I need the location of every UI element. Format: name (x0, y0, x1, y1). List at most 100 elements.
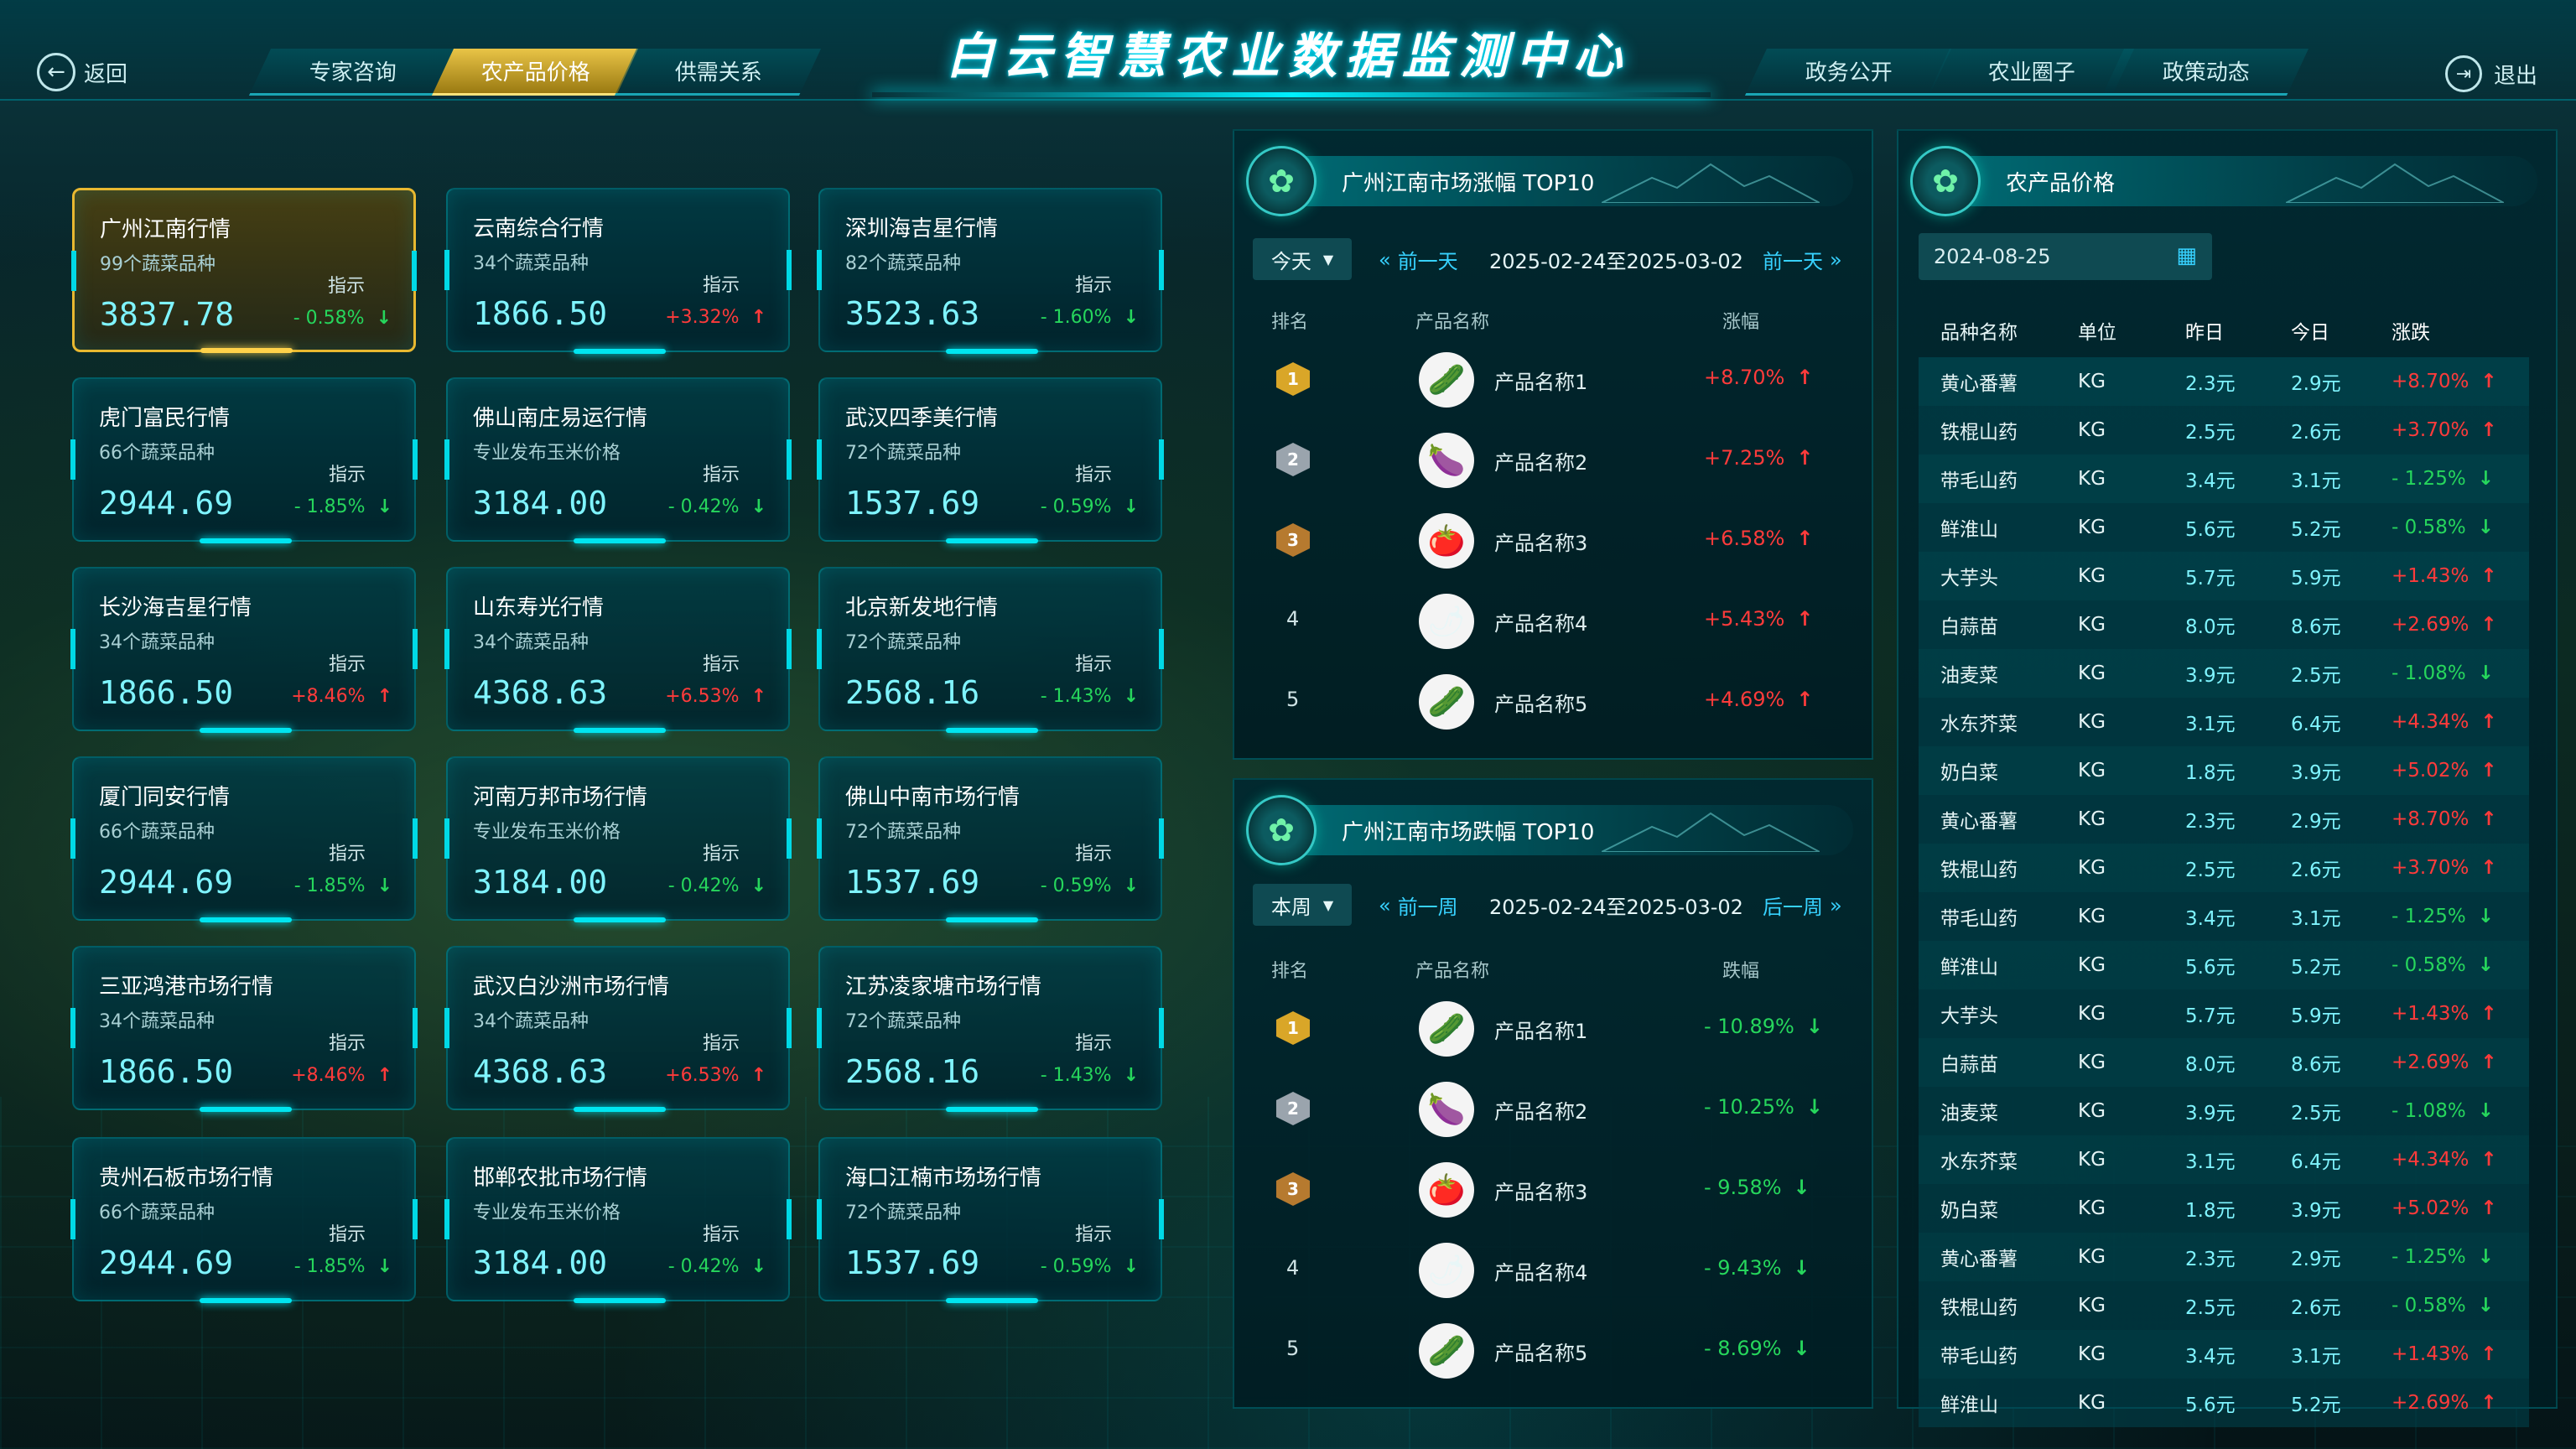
rise-top10-panel: ✿ 广州江南市场涨幅 TOP10 今天 ▼ « 前一天 2025-02-24至2… (1233, 129, 1873, 760)
list-item[interactable]: 2 🍆 产品名称2 +7.25% ↑ (1234, 421, 1872, 501)
tab-expert-consult[interactable]: 专家咨询 (248, 49, 456, 96)
market-card[interactable]: 厦门同安行情 66个蔬菜品种 指示 2944.69 - 1.85% ↓ (70, 756, 418, 922)
yesterday-price: 5.6元 (2185, 957, 2236, 979)
market-card[interactable]: 云南综合行情 34个蔬菜品种 指示 1866.50 +3.32% ↑ (444, 188, 792, 354)
leaf-icon: ✿ (1246, 795, 1317, 865)
table-row[interactable]: 铁棍山药 KG 2.5元 2.6元 +3.70% ↑ (1919, 844, 2529, 892)
market-card[interactable]: 海口江楠市场场行情 72个蔬菜品种 指示 1537.69 - 0.59% ↓ (817, 1137, 1164, 1303)
chili-icon: 🌶 (1419, 1243, 1474, 1298)
table-row[interactable]: 黄心番薯 KG 2.3元 2.9元 +8.70% ↑ (1919, 795, 2529, 844)
market-card[interactable]: 北京新发地行情 72个蔬菜品种 指示 2568.16 - 1.43% ↓ (817, 567, 1164, 733)
list-item[interactable]: 4 🌶 产品名称4 +5.43% ↑ (1234, 582, 1872, 662)
unit: KG (2078, 517, 2106, 538)
arrow-down-icon: ↓ (2477, 1100, 2494, 1122)
product-name: 大芋头 (1940, 568, 1998, 589)
product-name: 油麦菜 (1940, 665, 1998, 687)
market-card[interactable]: 江苏凌家塘市场行情 72个蔬菜品种 指示 2568.16 - 1.43% ↓ (817, 946, 1164, 1112)
tab-policy-news[interactable]: 政策动态 (2101, 49, 2309, 96)
chili-icon: 🌶 (1419, 594, 1474, 649)
table-row[interactable]: 奶白菜 KG 1.8元 3.9元 +5.02% ↑ (1919, 746, 2529, 795)
market-card[interactable]: 虎门富民行情 66个蔬菜品种 指示 2944.69 - 1.85% ↓ (70, 377, 418, 543)
market-card[interactable]: 佛山南庄易运行情 专业发布玉米价格 指示 3184.00 - 0.42% ↓ (444, 377, 792, 543)
period-select[interactable]: 今天 ▼ (1253, 238, 1352, 280)
card-edge-decoration (71, 251, 76, 291)
prev-week-link[interactable]: « 前一周 (1379, 891, 1458, 920)
market-card[interactable]: 贵州石板市场行情 66个蔬菜品种 指示 2944.69 - 1.85% ↓ (70, 1137, 418, 1303)
table-row[interactable]: 大芋头 KG 5.7元 5.9元 +1.43% ↑ (1919, 989, 2529, 1038)
arrow-up-icon: ↑ (2480, 1197, 2497, 1219)
back-button[interactable]: ← 返回 (37, 49, 127, 96)
price-change: - 1.08% ↓ (2392, 662, 2494, 684)
list-item[interactable]: 2 🍆 产品名称2 - 10.25% ↓ (1234, 1070, 1872, 1150)
table-row[interactable]: 油麦菜 KG 3.9元 2.5元 - 1.08% ↓ (1919, 649, 2529, 698)
rank-number: 5 (1286, 1337, 1300, 1360)
period-select[interactable]: 本周 ▼ (1253, 884, 1352, 926)
table-row[interactable]: 鲜淮山 KG 5.6元 5.2元 - 0.58% ↓ (1919, 941, 2529, 989)
arrow-up-icon: ↑ (2480, 808, 2497, 830)
market-card[interactable]: 广州江南行情 99个蔬菜品种 指示 3837.78 - 0.58% ↓ (71, 188, 417, 353)
table-row[interactable]: 鲜淮山 KG 5.6元 5.2元 - 0.58% ↓ (1919, 503, 2529, 552)
table-row[interactable]: 带毛山药 KG 3.4元 3.1元 - 1.25% ↓ (1919, 454, 2529, 503)
card-edge-decoration (817, 818, 822, 859)
table-row[interactable]: 鲜淮山 KG 5.6元 5.2元 +2.69% ↑ (1919, 1379, 2529, 1427)
price-change: - 1.08% ↓ (2392, 1100, 2494, 1122)
date-picker[interactable]: 2024-08-25 ▦ (1919, 233, 2212, 280)
market-card[interactable]: 河南万邦市场行情 专业发布玉米价格 指示 3184.00 - 0.42% ↓ (444, 756, 792, 922)
table-row[interactable]: 油麦菜 KG 3.9元 2.5元 - 1.08% ↓ (1919, 1087, 2529, 1135)
market-card[interactable]: 武汉四季美行情 72个蔬菜品种 指示 1537.69 - 0.59% ↓ (817, 377, 1164, 543)
list-item[interactable]: 3 🍅 产品名称3 - 9.58% ↓ (1234, 1150, 1872, 1231)
market-change: +6.53% ↑ (665, 1065, 766, 1086)
market-card[interactable]: 三亚鸿港市场行情 34个蔬菜品种 指示 1866.50 +8.46% ↑ (70, 946, 418, 1112)
col-product: 产品名称 (1415, 961, 1490, 982)
today-price: 3.9元 (2291, 762, 2341, 784)
market-card[interactable]: 邯郸农批市场行情 专业发布玉米价格 指示 3184.00 - 0.42% ↓ (444, 1137, 792, 1303)
rank-medal-icon: 3 (1276, 520, 1310, 560)
market-card[interactable]: 长沙海吉星行情 34个蔬菜品种 指示 1866.50 +8.46% ↑ (70, 567, 418, 733)
market-card[interactable]: 武汉白沙洲市场行情 34个蔬菜品种 指示 4368.63 +6.53% ↑ (444, 946, 792, 1112)
tab-gov-affairs[interactable]: 政务公开 (1744, 49, 1952, 96)
list-item[interactable]: 4 🌶 产品名称4 - 9.43% ↓ (1234, 1231, 1872, 1311)
rank-number: 4 (1286, 607, 1300, 631)
card-edge-decoration (413, 1199, 418, 1239)
market-card[interactable]: 佛山中南市场行情 72个蔬菜品种 指示 1537.69 - 0.59% ↓ (817, 756, 1164, 922)
list-item[interactable]: 1 🥒 产品名称1 +8.70% ↑ (1234, 340, 1872, 421)
exit-button[interactable]: ⇥ 退出 (2445, 55, 2537, 92)
tab-product-price[interactable]: 农产品价格 (431, 49, 639, 96)
table-row[interactable]: 铁棍山药 KG 2.5元 2.6元 - 0.58% ↓ (1919, 1281, 2529, 1330)
panel-title: 农产品价格 (2006, 171, 2116, 196)
list-item[interactable]: 3 🍅 产品名称3 +6.58% ↑ (1234, 501, 1872, 582)
arrow-down-icon: ↓ (377, 1256, 392, 1277)
table-row[interactable]: 带毛山药 KG 3.4元 3.1元 +1.43% ↑ (1919, 1330, 2529, 1379)
table-row[interactable]: 带毛山药 KG 3.4元 3.1元 - 1.25% ↓ (1919, 892, 2529, 941)
arrow-up-icon: ↑ (377, 1065, 392, 1086)
price-change: +1.43% ↑ (2392, 565, 2497, 587)
market-card[interactable]: 山东寿光行情 34个蔬菜品种 指示 4368.63 +6.53% ↑ (444, 567, 792, 733)
tab-supply-demand[interactable]: 供需关系 (614, 49, 822, 96)
next-day-link[interactable]: 前一天 » (1763, 245, 1842, 274)
list-item[interactable]: 1 🥒 产品名称1 - 10.89% ↓ (1234, 989, 1872, 1070)
next-week-link[interactable]: 后一周 » (1763, 891, 1842, 920)
table-row[interactable]: 黄心番薯 KG 2.3元 2.9元 +8.70% ↑ (1919, 357, 2529, 406)
market-change: - 0.59% ↓ (1040, 1256, 1139, 1277)
table-row[interactable]: 铁棍山药 KG 2.5元 2.6元 +3.70% ↑ (1919, 406, 2529, 454)
table-row[interactable]: 大芋头 KG 5.7元 5.9元 +1.43% ↑ (1919, 552, 2529, 600)
product-name: 带毛山药 (1940, 470, 2018, 492)
table-row[interactable]: 白蒜苗 KG 8.0元 8.6元 +2.69% ↑ (1919, 600, 2529, 649)
table-row[interactable]: 奶白菜 KG 1.8元 3.9元 +5.02% ↑ (1919, 1184, 2529, 1233)
market-change: +3.32% ↑ (665, 307, 766, 328)
table-row[interactable]: 水东芥菜 KG 3.1元 6.4元 +4.34% ↑ (1919, 1135, 2529, 1184)
tab-agri-circle[interactable]: 农业圈子 (1927, 49, 2135, 96)
list-item[interactable]: 5 🥒 产品名称5 +4.69% ↑ (1234, 662, 1872, 743)
market-card[interactable]: 深圳海吉星行情 82个蔬菜品种 指示 3523.63 - 1.60% ↓ (817, 188, 1164, 354)
today-price: 2.6元 (2291, 1297, 2341, 1319)
rank-number: 5 (1286, 688, 1300, 711)
index-label: 指示 (1074, 654, 1112, 675)
table-row[interactable]: 黄心番薯 KG 2.3元 2.9元 - 1.25% ↓ (1919, 1233, 2529, 1281)
price-change: +3.70% ↑ (2392, 857, 2497, 879)
table-row[interactable]: 水东芥菜 KG 3.1元 6.4元 +4.34% ↑ (1919, 698, 2529, 746)
list-item[interactable]: 5 🥒 产品名称5 - 8.69% ↓ (1234, 1311, 1872, 1392)
product-name: 鲜淮山 (1940, 957, 1998, 979)
prev-day-link[interactable]: « 前一天 (1379, 245, 1458, 274)
arrow-down-icon: ↓ (2477, 906, 2494, 927)
table-row[interactable]: 白蒜苗 KG 8.0元 8.6元 +2.69% ↑ (1919, 1038, 2529, 1087)
